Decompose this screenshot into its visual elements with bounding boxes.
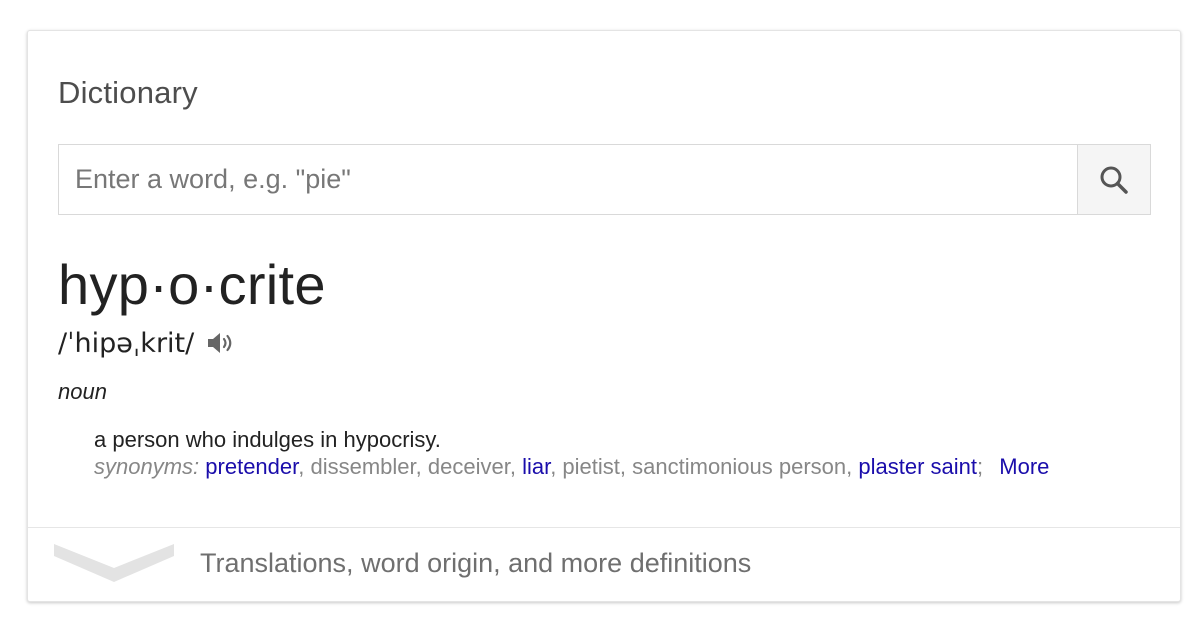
synonym-text: dissembler	[310, 454, 416, 479]
speaker-icon[interactable]	[206, 330, 236, 356]
part-of-speech: noun	[58, 379, 107, 404]
synonyms-line: synonyms: pretender, dissembler, deceive…	[94, 454, 1049, 480]
synonym-separator: ,	[619, 454, 633, 479]
synonym-link[interactable]: pretender	[205, 454, 298, 479]
search-box	[58, 144, 1151, 215]
synonym-text: pietist	[562, 454, 620, 479]
synonym-separator: ,	[846, 454, 859, 479]
dictionary-card: Dictionary hyp·o·crite /ˈhipəˌkrit/ noun…	[27, 30, 1181, 602]
synonym-link[interactable]: plaster saint	[858, 454, 977, 479]
headword: hyp·o·crite	[58, 253, 326, 316]
definition: a person who indulges in hypocrisy.	[94, 427, 441, 452]
card-title: Dictionary	[58, 75, 198, 110]
expander-label: Translations, word origin, and more defi…	[200, 548, 752, 578]
search-input[interactable]	[59, 145, 1077, 214]
synonym-link[interactable]: liar	[522, 454, 550, 479]
synonym-separator: ,	[550, 454, 563, 479]
synonyms-end: ;	[977, 454, 984, 479]
synonyms-list: pretender, dissembler, deceiver, liar, p…	[205, 454, 977, 479]
synonym-text: sanctimonious person	[632, 454, 847, 479]
chevron-down-icon	[54, 544, 174, 582]
more-synonyms-link[interactable]: More	[999, 454, 1049, 479]
pronunciation-row: /ˈhipəˌkrit/	[58, 323, 236, 363]
pronunciation: /ˈhipəˌkrit/	[58, 327, 195, 359]
search-icon	[1100, 166, 1128, 194]
synonym-separator: ,	[509, 454, 523, 479]
synonyms-label: synonyms:	[94, 454, 200, 479]
synonym-separator: ,	[298, 454, 311, 479]
synonym-text: deceiver	[427, 454, 510, 479]
more-definitions-expander[interactable]: Translations, word origin, and more defi…	[28, 528, 1180, 602]
synonym-separator: ,	[415, 454, 428, 479]
search-button[interactable]	[1077, 145, 1150, 214]
